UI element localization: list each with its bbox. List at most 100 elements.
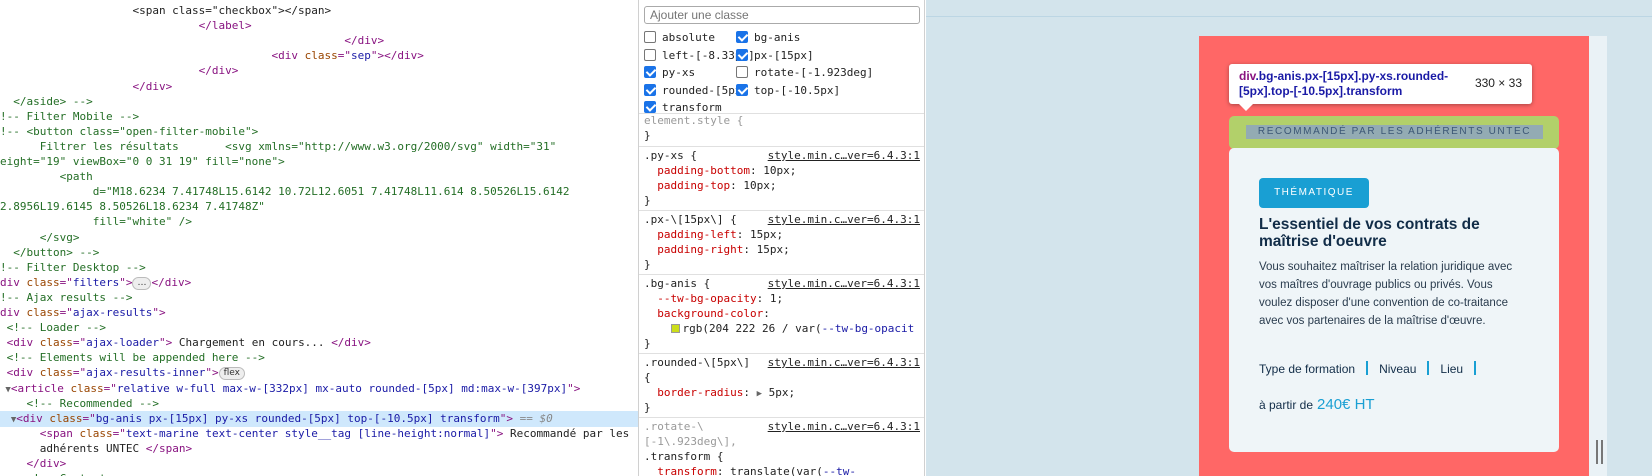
class-checkbox[interactable]	[736, 66, 748, 78]
class-toggle[interactable]: absolute	[644, 30, 715, 46]
dom-node-line[interactable]: <path	[0, 169, 638, 185]
dom-node-line[interactable]: <!-- Elements will be appended here -->	[0, 350, 638, 366]
declaration[interactable]: background-color:	[644, 306, 922, 321]
class-checkbox[interactable]	[644, 101, 656, 113]
declaration[interactable]: border-radius: ▶ 5px;	[644, 385, 922, 400]
dom-node-line[interactable]: </button> -->	[0, 245, 638, 261]
dom-node-line[interactable]: </div>	[0, 33, 638, 49]
dom-token[interactable]: ▼	[0, 385, 10, 395]
dom-token: !-- Filter Desktop -->	[0, 260, 146, 274]
dom-node-line[interactable]: <!-- Recommended -->	[0, 396, 638, 412]
card-title[interactable]: L'essentiel de vos contrats de maîtrise …	[1259, 216, 1539, 250]
dom-node-line[interactable]: d="M18.6234 7.41748L15.6142 10.72L12.605…	[0, 184, 638, 200]
property-name: --tw-bg-opacity	[657, 292, 757, 305]
class-checkbox[interactable]	[644, 66, 656, 78]
dom-node-line[interactable]: Filtrer les résultats <svg xmlns="http:/…	[0, 139, 638, 155]
property-name: padding-bottom	[657, 164, 750, 177]
dom-node-line[interactable]: <!-- Loader -->	[0, 320, 638, 336]
declaration[interactable]: --tw-bg-opacity: 1;	[644, 291, 922, 306]
dom-node-line[interactable]: <div class="ajax-loader"> Chargement en …	[0, 335, 638, 351]
class-toggle[interactable]: bg-anis	[736, 30, 800, 46]
dom-node-line[interactable]: <div class="sep"></div>	[0, 48, 638, 64]
dom-node-line[interactable]: </aside> -->	[0, 94, 638, 110]
divider	[639, 417, 924, 418]
color-swatch[interactable]	[670, 324, 680, 333]
class-toggle[interactable]: py-xs	[644, 65, 695, 81]
class-checkbox[interactable]	[736, 48, 748, 61]
dom-badge[interactable]: flex	[218, 367, 245, 381]
class-checkbox[interactable]	[736, 83, 748, 96]
dom-node-line[interactable]: </div>	[0, 456, 638, 472]
rule-open: {	[644, 370, 922, 385]
source-link[interactable]: style.min.c…ver=6.4.3:1	[768, 419, 920, 434]
declaration[interactable]: padding-right: 15px;	[644, 242, 922, 257]
rule-selector[interactable]: .bg-anis {style.min.c…ver=6.4.3:1	[644, 276, 922, 291]
dom-node-line[interactable]: div class="filters">… </div>	[0, 275, 638, 291]
class-toggle[interactable]: px-[15px]	[736, 48, 814, 64]
divider	[639, 353, 924, 354]
expand-triangle-icon[interactable]: ▶	[757, 389, 762, 399]
source-link[interactable]: style.min.c…ver=6.4.3:1	[768, 148, 920, 163]
class-toggle[interactable]: rotate-[-1.923deg]	[736, 65, 873, 81]
add-class-input[interactable]	[644, 6, 920, 24]
dom-node-line[interactable]: fill="white" />	[0, 214, 638, 230]
declaration[interactable]: padding-left: 15px;	[644, 227, 922, 242]
declaration[interactable]: padding-top: 10px;	[644, 178, 922, 193]
dom-node-line[interactable]: eight="19" viewBox="0 0 31 19" fill="non…	[0, 154, 638, 170]
dom-node-line[interactable]: !-- <button class="open-filter-mobile">	[0, 124, 638, 140]
class-checkbox[interactable]	[644, 83, 656, 96]
class-name-label: px-[15px]	[754, 48, 814, 62]
css-variable[interactable]: --tw-	[823, 465, 856, 476]
rule-selector[interactable]: .py-xs {style.min.c…ver=6.4.3:1	[644, 148, 922, 163]
dom-node-line[interactable]: </div>	[0, 79, 638, 95]
dom-node-line[interactable]: </div>	[0, 63, 638, 79]
declaration-value[interactable]: rgb(204 222 26 / var(--tw-bg-opacit	[644, 321, 922, 336]
dom-node-line[interactable]: <span class="checkbox"></span>	[0, 3, 638, 19]
dom-node-line[interactable]: !-- Filter Desktop -->	[0, 260, 638, 276]
dom-node-line[interactable]: !-- Filter Mobile -->	[0, 109, 638, 125]
dom-node-line[interactable]: 2.8956L19.6145 8.50526L18.6234 7.41748Z"	[0, 199, 638, 215]
dom-node-line[interactable]: </label>	[0, 18, 638, 34]
class-checkbox[interactable]	[644, 48, 656, 61]
rule-selector[interactable]: .rotate-\ style.min.c…ver=6.4.3:1	[644, 419, 922, 434]
declaration[interactable]: transform: translate(var(--tw-	[644, 464, 922, 476]
dom-token: filters	[72, 275, 120, 289]
source-link[interactable]: style.min.c…ver=6.4.3:1	[768, 212, 920, 227]
dom-token[interactable]: ▼	[0, 415, 16, 425]
dom-node-line[interactable]: div class="ajax-results">	[0, 305, 638, 321]
dom-node-line[interactable]: adhérents UNTEC </span>	[0, 441, 638, 457]
recommended-tag[interactable]: Recommandé par les adhérents UNTEC	[1229, 116, 1559, 149]
class-checkbox[interactable]	[736, 31, 748, 43]
styles-panel[interactable]: absolutebg-anisleft-[-8.33px]px-[15px]py…	[638, 0, 925, 476]
rule-selector[interactable]: .rounded-\[5px\] style.min.c…ver=6.4.3:1	[644, 355, 922, 370]
page-viewport[interactable]: div.bg-anis.px-[15px].py-xs.rounded-[5px…	[926, 0, 1652, 476]
recommended-label: Recommandé par les adhérents UNTEC	[1257, 126, 1532, 137]
source-link[interactable]: style.min.c…ver=6.4.3:1	[768, 276, 920, 291]
formation-card[interactable]: THÉMATIQUE L'essentiel de vos contrats d…	[1229, 148, 1559, 452]
dom-node-line[interactable]: </svg>	[0, 230, 638, 246]
css-variable[interactable]: --tw-bg-opacit	[822, 322, 915, 335]
dom-node-line[interactable]: <span class="text-marine text-center sty…	[0, 426, 638, 442]
dom-token: class	[304, 49, 338, 63]
dom-node-line[interactable]: !-- Ajax results -->	[0, 290, 638, 306]
dom-token: <!-- Elements will be appended here -->	[0, 351, 265, 365]
rule-selector[interactable]: .px-\[15px\] {style.min.c…ver=6.4.3:1	[644, 212, 922, 227]
rule-close: }	[644, 128, 922, 143]
declaration[interactable]: padding-bottom: 10px;	[644, 163, 922, 178]
class-toggle[interactable]: rounded-[5px]	[644, 83, 748, 99]
class-checkbox[interactable]	[644, 31, 656, 43]
dom-node-selected[interactable]: ▼<div class="bg-anis px-[15px] py-xs rou…	[0, 410, 638, 427]
dom-node-line[interactable]: <div class="ajax-results-inner"> flex	[0, 365, 638, 381]
elements-panel[interactable]: <span class="checkbox"></span> </label> …	[0, 0, 638, 476]
dom-token: ajax-loader	[86, 336, 159, 350]
dom-node-line[interactable]: ▼<article class="relative w-full max-w-[…	[0, 381, 638, 397]
source-link[interactable]: style.min.c…ver=6.4.3:1	[768, 355, 920, 370]
tooltip-tag: div	[1239, 69, 1256, 83]
resize-handle-icon[interactable]	[1596, 440, 1603, 464]
element-style-rule[interactable]: element.style {	[644, 113, 922, 128]
class-toggle[interactable]: top-[-10.5px]	[736, 83, 840, 99]
rule-close: }	[644, 400, 922, 415]
dom-node-line[interactable]: <!-- Content -->	[0, 471, 638, 476]
rule-selector-cont: [-1\.923deg\],	[644, 434, 922, 449]
dom-badge[interactable]: …	[132, 276, 152, 290]
